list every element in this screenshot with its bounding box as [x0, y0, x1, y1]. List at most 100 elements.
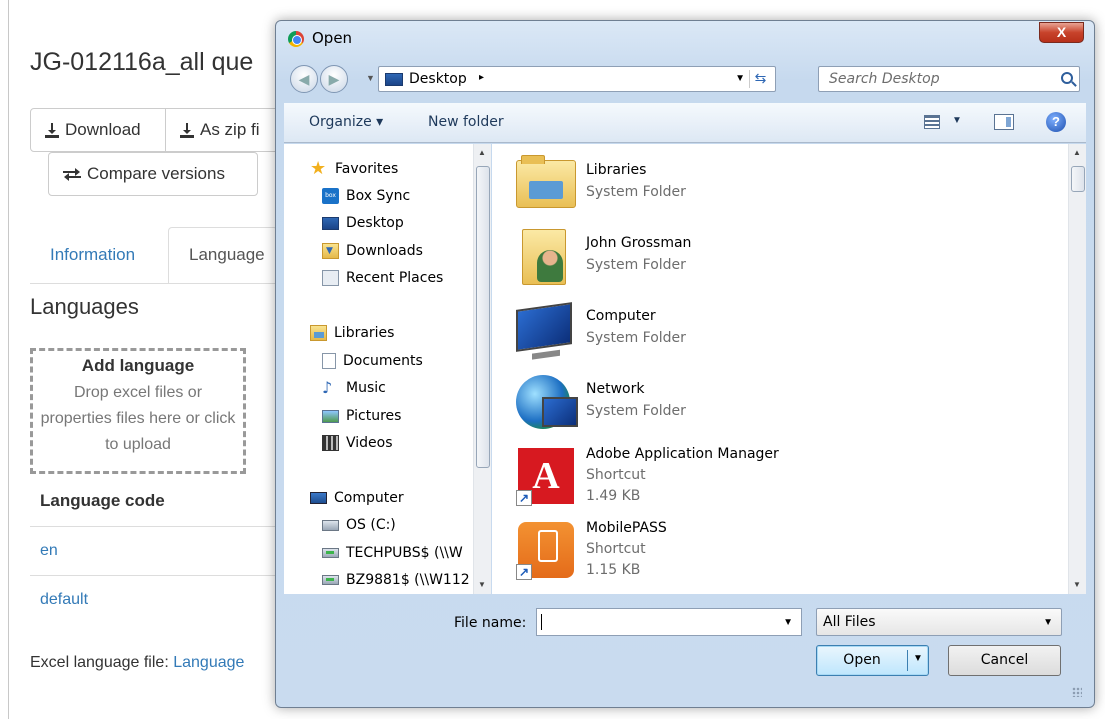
file-item-network[interactable]: Network System Folder — [516, 373, 1056, 439]
nav-item-label: Videos — [346, 435, 393, 451]
computer-icon — [516, 300, 576, 360]
address-separator[interactable]: ▸ — [479, 72, 484, 83]
pictures-icon — [322, 409, 339, 423]
change-view-icon[interactable] — [924, 115, 940, 129]
videos-icon — [322, 435, 339, 451]
download-button[interactable]: Download — [30, 108, 166, 152]
file-name-label: File name: — [454, 615, 527, 631]
nav-scroll-thumb[interactable] — [476, 166, 490, 468]
chrome-icon — [288, 31, 304, 47]
file-type: System Folder — [586, 330, 686, 346]
search-icon[interactable] — [1061, 72, 1073, 84]
nav-item-music[interactable]: ♪ Music — [322, 377, 386, 399]
network-drive-icon — [322, 548, 339, 558]
tab-languages[interactable]: Language — [168, 227, 278, 284]
nav-item-recent-places[interactable]: Recent Places — [322, 267, 443, 289]
nav-item-label: Recent Places — [346, 270, 444, 286]
open-button[interactable]: Open ▼ — [816, 645, 929, 676]
nav-libraries-label: Libraries — [334, 325, 395, 341]
dropzone-title: Add language — [81, 356, 195, 375]
file-size: 1.15 KB — [586, 562, 641, 578]
new-folder-button[interactable]: New folder — [428, 114, 504, 130]
file-item-computer[interactable]: Computer System Folder — [516, 300, 1056, 366]
nav-item-techpubs[interactable]: TECHPUBS$ (\\W — [322, 542, 463, 564]
refresh-icon[interactable]: ⇆ — [749, 70, 771, 88]
music-icon: ♪ — [322, 378, 333, 397]
scroll-up-icon[interactable]: ▲ — [478, 148, 486, 157]
computer-icon — [310, 492, 327, 504]
address-bar[interactable]: Desktop ▸ ▼ ⇆ — [378, 66, 776, 92]
search-input[interactable]: Search Desktop — [818, 66, 1080, 92]
resize-grip[interactable] — [1072, 687, 1082, 697]
dialog-toolbar: Organize ▾ New folder ▼ ? — [284, 103, 1086, 143]
zip-button[interactable]: As zip fi — [165, 108, 277, 152]
add-language-dropzone[interactable]: Add language Drop excel files or propert… — [30, 348, 246, 474]
nav-computer-label: Computer — [334, 490, 404, 506]
file-item-john-grossman[interactable]: John Grossman System Folder — [516, 227, 1056, 293]
scroll-down-icon[interactable]: ▼ — [1073, 580, 1081, 589]
downloads-folder-icon — [322, 243, 339, 259]
download-icon — [45, 122, 59, 138]
file-item-mobilepass[interactable]: ↗ MobilePASS Shortcut 1.15 KB — [516, 520, 1056, 588]
page-title: JG-012116a_all que — [30, 48, 254, 76]
back-button[interactable]: ◀ — [290, 65, 318, 93]
close-button[interactable]: X — [1039, 22, 1084, 43]
file-scrollbar[interactable]: ▲ ▼ — [1068, 144, 1086, 594]
file-type: Shortcut — [586, 467, 646, 483]
compare-versions-label: Compare versions — [87, 164, 225, 183]
tab-information[interactable]: Information — [50, 245, 135, 265]
nav-item-label: BZ9881$ (\\W112 — [346, 572, 470, 588]
nav-item-videos[interactable]: Videos — [322, 432, 393, 454]
file-scroll-thumb[interactable] — [1071, 166, 1085, 192]
table-row-link[interactable]: default — [40, 591, 88, 609]
nav-item-box-sync[interactable]: box Box Sync — [322, 185, 410, 207]
dialog-footer: File name: ▼ All Files ▼ Open ▼ Cancel — [284, 595, 1086, 701]
address-current[interactable]: Desktop — [409, 71, 467, 87]
adobe-icon: A ↗ — [516, 446, 576, 506]
nav-item-downloads[interactable]: Downloads — [322, 240, 423, 262]
preview-pane-icon[interactable] — [994, 114, 1014, 130]
open-options-dropdown[interactable]: ▼ — [913, 653, 923, 664]
nav-computer[interactable]: Computer — [310, 487, 404, 509]
nav-scrollbar[interactable]: ▲ ▼ — [473, 144, 491, 594]
scroll-down-icon[interactable]: ▼ — [478, 580, 486, 589]
nav-item-label: Music — [346, 380, 386, 396]
download-button-label: Download — [65, 120, 141, 139]
nav-favorites[interactable]: ★ Favorites — [310, 158, 398, 180]
scroll-up-icon[interactable]: ▲ — [1073, 148, 1081, 157]
organize-menu[interactable]: Organize ▾ — [309, 114, 383, 130]
cancel-button[interactable]: Cancel — [948, 645, 1061, 676]
file-name: John Grossman — [586, 235, 692, 251]
table-row-link[interactable]: en — [40, 542, 58, 560]
recent-locations-dropdown[interactable]: ▼ — [366, 73, 375, 83]
nav-item-label: TECHPUBS$ (\\W — [346, 545, 463, 561]
file-type-select[interactable]: All Files ▼ — [816, 608, 1062, 636]
desktop-icon — [322, 216, 339, 230]
file-name-input[interactable]: ▼ — [536, 608, 802, 636]
forward-button[interactable]: ▶ — [320, 65, 348, 93]
file-item-libraries[interactable]: Libraries System Folder — [516, 154, 1056, 220]
file-type: System Folder — [586, 184, 686, 200]
navigation-pane: ★ Favorites box Box Sync Desktop Downloa… — [284, 144, 491, 594]
compare-versions-button[interactable]: Compare versions — [48, 152, 258, 196]
file-item-adobe-application-manager[interactable]: A ↗ Adobe Application Manager Shortcut 1.… — [516, 446, 1056, 514]
nav-item-label: OS (C:) — [346, 517, 396, 533]
nav-libraries[interactable]: Libraries — [310, 322, 394, 344]
nav-item-desktop[interactable]: Desktop — [322, 212, 404, 234]
text-caret — [541, 614, 542, 630]
nav-item-os-drive[interactable]: OS (C:) — [322, 514, 396, 536]
view-options-dropdown[interactable]: ▼ — [952, 115, 962, 126]
address-dropdown[interactable]: ▼ — [735, 73, 745, 84]
zip-button-label: As zip fi — [200, 120, 260, 139]
nav-item-documents[interactable]: Documents — [322, 350, 423, 372]
desktop-icon — [385, 73, 403, 86]
excel-language-link[interactable]: Language — [173, 654, 244, 671]
open-button-label: Open — [843, 652, 881, 668]
excel-label: Excel language file: — [30, 654, 169, 671]
nav-item-bz9881[interactable]: BZ9881$ (\\W112 — [322, 569, 470, 591]
file-name-dropdown[interactable]: ▼ — [783, 617, 793, 628]
drive-icon — [322, 519, 339, 531]
help-icon[interactable]: ? — [1046, 112, 1066, 132]
nav-item-pictures[interactable]: Pictures — [322, 405, 401, 427]
libraries-icon — [310, 325, 327, 341]
